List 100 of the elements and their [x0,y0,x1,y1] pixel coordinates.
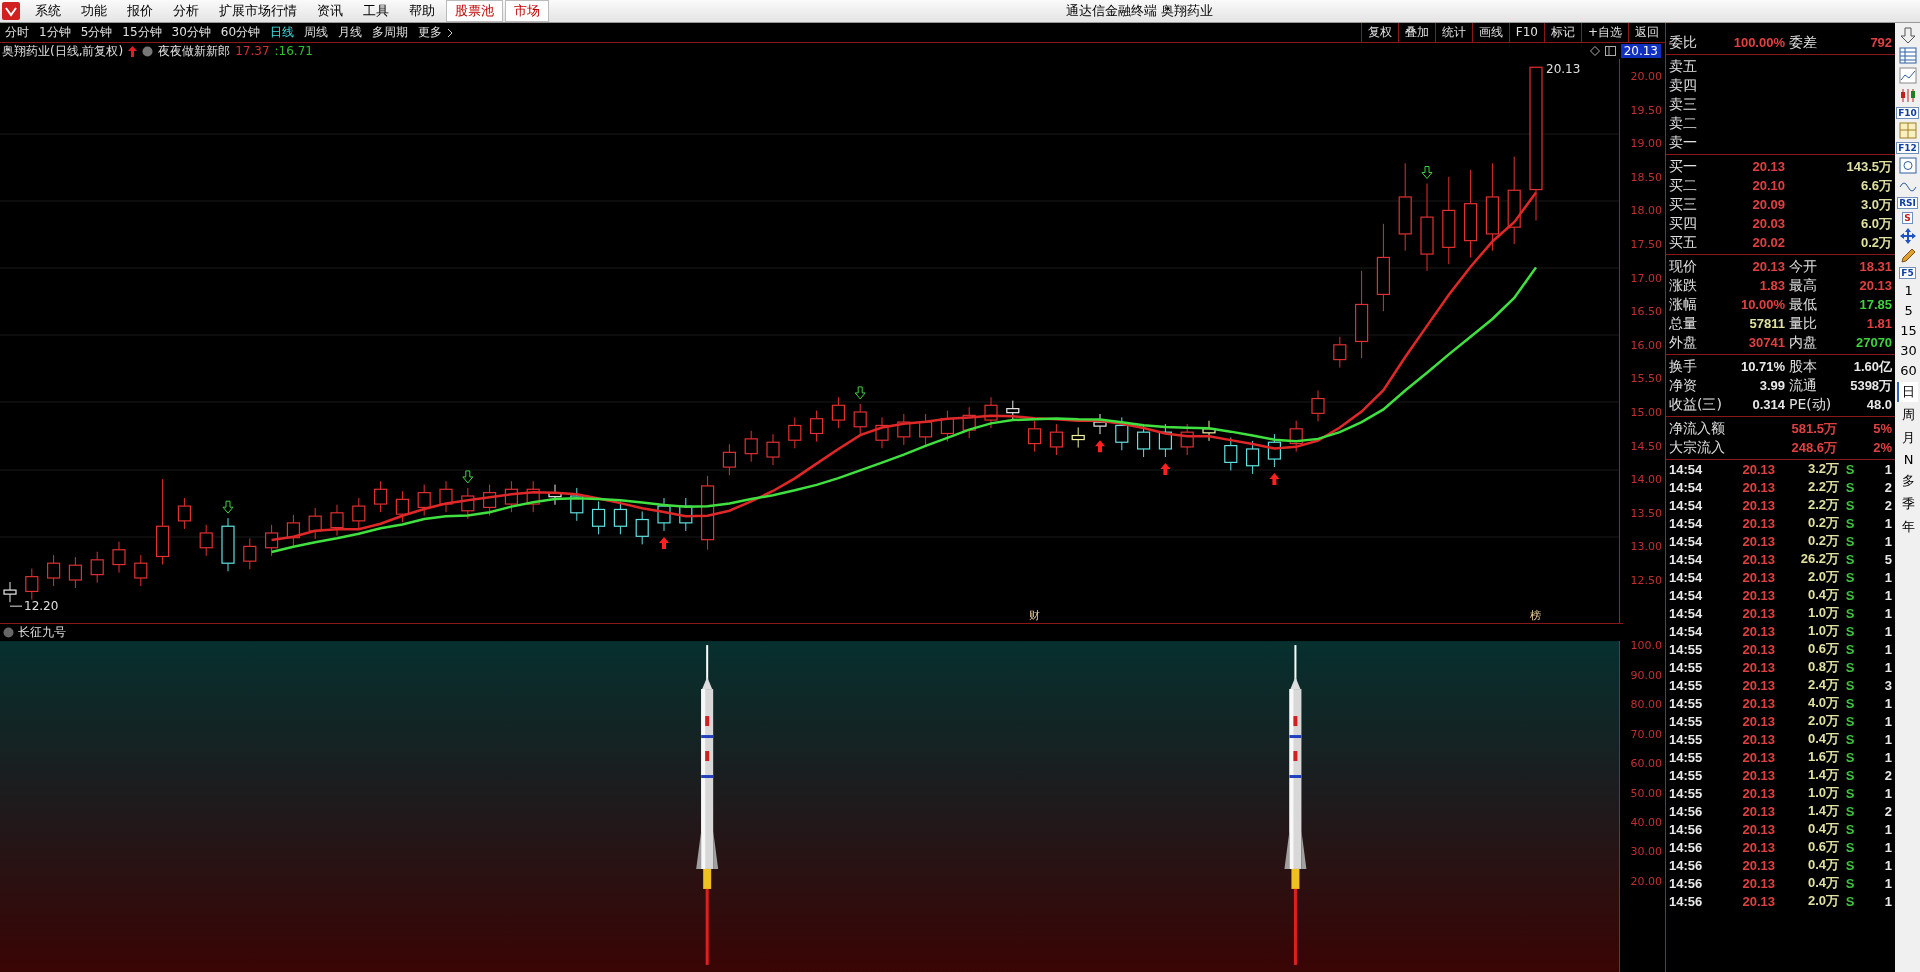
candle [1202,420,1216,442]
menu-item[interactable]: 分析 [164,0,208,22]
line-chart-icon[interactable] [1898,67,1917,84]
trade-time: 14:55 [1669,731,1704,747]
candle [722,443,736,476]
more-button[interactable]: 更多 [413,24,448,41]
trade-price: 20.13 [1741,785,1775,801]
candle [831,396,845,429]
tool-button[interactable]: RSI [1897,197,1918,209]
trade-price: 20.13 [1741,695,1775,711]
period-tab[interactable]: 月线 [333,24,368,41]
axis-label: 12.50 [1630,573,1662,587]
trade-volume: 1.0万 [1806,784,1839,802]
toolbar-button[interactable]: +自选 [1580,23,1628,42]
trade-time: 14:55 [1669,749,1704,765]
period-button[interactable]: 60 [1895,362,1920,379]
menu-item[interactable]: 帮助 [400,0,444,22]
move-icon[interactable] [1898,227,1917,244]
trade-side: S [1844,461,1856,477]
period-tab[interactable]: 5分钟 [75,24,118,41]
candle [875,416,889,449]
quote-value: 1.83 [1758,278,1785,293]
tool-button[interactable]: F12 [1896,142,1919,154]
menu-item[interactable]: 功能 [72,0,116,22]
table-icon[interactable] [1898,47,1917,64]
period-button[interactable]: 季 [1897,494,1919,514]
candle [483,484,497,516]
period-button[interactable]: N [1898,451,1917,468]
bid-volume: 3.0万 [1860,195,1893,214]
menu-item[interactable]: 工具 [354,0,398,22]
trade-volume: 4.0万 [1806,694,1839,712]
axis-label: 14.50 [1630,439,1662,453]
trade-price: 20.13 [1741,533,1775,549]
quote-label: 涨幅 [1669,295,1698,314]
toolbar-button[interactable]: 统计 [1434,23,1472,42]
trade-side: S [1844,677,1856,693]
toolbar-button[interactable]: 复权 [1360,23,1398,42]
trade-time: 14:56 [1669,821,1704,837]
panel-icon[interactable] [1604,46,1616,56]
menu-item[interactable]: 报价 [118,0,162,22]
event-marker[interactable]: 榜 [1530,609,1541,622]
candle [853,403,867,436]
period-button[interactable]: 1 [1899,282,1916,299]
menu-tab[interactable]: 股票池 [446,0,503,22]
toolbar-button[interactable]: 画线 [1471,23,1509,42]
tool-button[interactable]: S [1902,212,1913,224]
period-tab[interactable]: 分时 [0,24,34,41]
toolbar-button[interactable]: F10 [1508,23,1544,42]
candle [199,524,213,557]
axis-label: 13.00 [1630,540,1662,554]
period-tab[interactable]: 周线 [299,24,334,41]
period-tab[interactable]: 30分钟 [166,24,216,41]
toolbar-button[interactable]: 标记 [1543,23,1581,42]
menu-item[interactable]: 系统 [26,0,70,22]
candlestick-icon[interactable] [1898,87,1917,104]
chevron-right-icon[interactable] [447,27,454,38]
period-tab[interactable]: 15分钟 [117,24,167,41]
period-button[interactable]: 15 [1895,322,1920,339]
candle [265,524,279,557]
menu-tab[interactable]: 市场 [505,0,549,22]
trade-count: 1 [1883,587,1893,603]
axis-label: 15.50 [1630,372,1662,386]
period-button[interactable]: 30 [1895,342,1920,359]
period-tab[interactable]: 1分钟 [34,24,76,41]
pencil-icon[interactable] [1898,247,1917,264]
quote-value: 18.31 [1858,259,1893,274]
period-button[interactable]: 年 [1897,517,1919,537]
menu-item[interactable]: 资讯 [308,0,352,22]
period-button[interactable]: 日 [1897,382,1919,402]
menu-item[interactable]: 扩展市场行情 [210,0,306,22]
period-button[interactable]: 周 [1897,405,1919,425]
quote-value: 10.71% [1739,359,1785,374]
down-arrow-icon[interactable] [1898,27,1917,44]
ma-value: 17.37 [235,44,270,58]
axis-label: 50.00 [1630,786,1662,800]
bid-label: 买三 [1669,195,1698,214]
trade-volume: 2.0万 [1806,712,1839,730]
trade-time: 14:54 [1669,533,1704,549]
event-marker[interactable]: 财 [1028,609,1040,622]
down-arrow-icon [854,386,866,400]
period-tab[interactable]: 日线 [265,24,300,41]
toolbar-button[interactable]: 叠加 [1397,23,1435,42]
close-circle-icon[interactable] [3,627,14,638]
toolbar-button[interactable]: 返回 [1628,23,1665,42]
period-button[interactable]: 5 [1899,302,1916,319]
diamond-icon[interactable] [1589,46,1600,56]
trade-volume: 2.0万 [1806,892,1839,910]
period-tab[interactable]: 多周期 [367,24,414,41]
period-tab[interactable]: 60分钟 [215,24,266,41]
period-button[interactable]: 多 [1897,471,1919,491]
axis-label: 18.00 [1630,204,1662,218]
tool-button[interactable]: F10 [1896,107,1919,119]
trade-side: S [1844,749,1856,765]
candle [308,507,322,540]
quote-label: 委比 [1669,33,1698,52]
trade-count: 1 [1883,731,1893,747]
period-button[interactable]: 月 [1897,428,1919,448]
circle-icon[interactable] [142,45,154,57]
trade-volume: 0.6万 [1806,640,1839,658]
tool-button[interactable]: F5 [1899,267,1916,279]
